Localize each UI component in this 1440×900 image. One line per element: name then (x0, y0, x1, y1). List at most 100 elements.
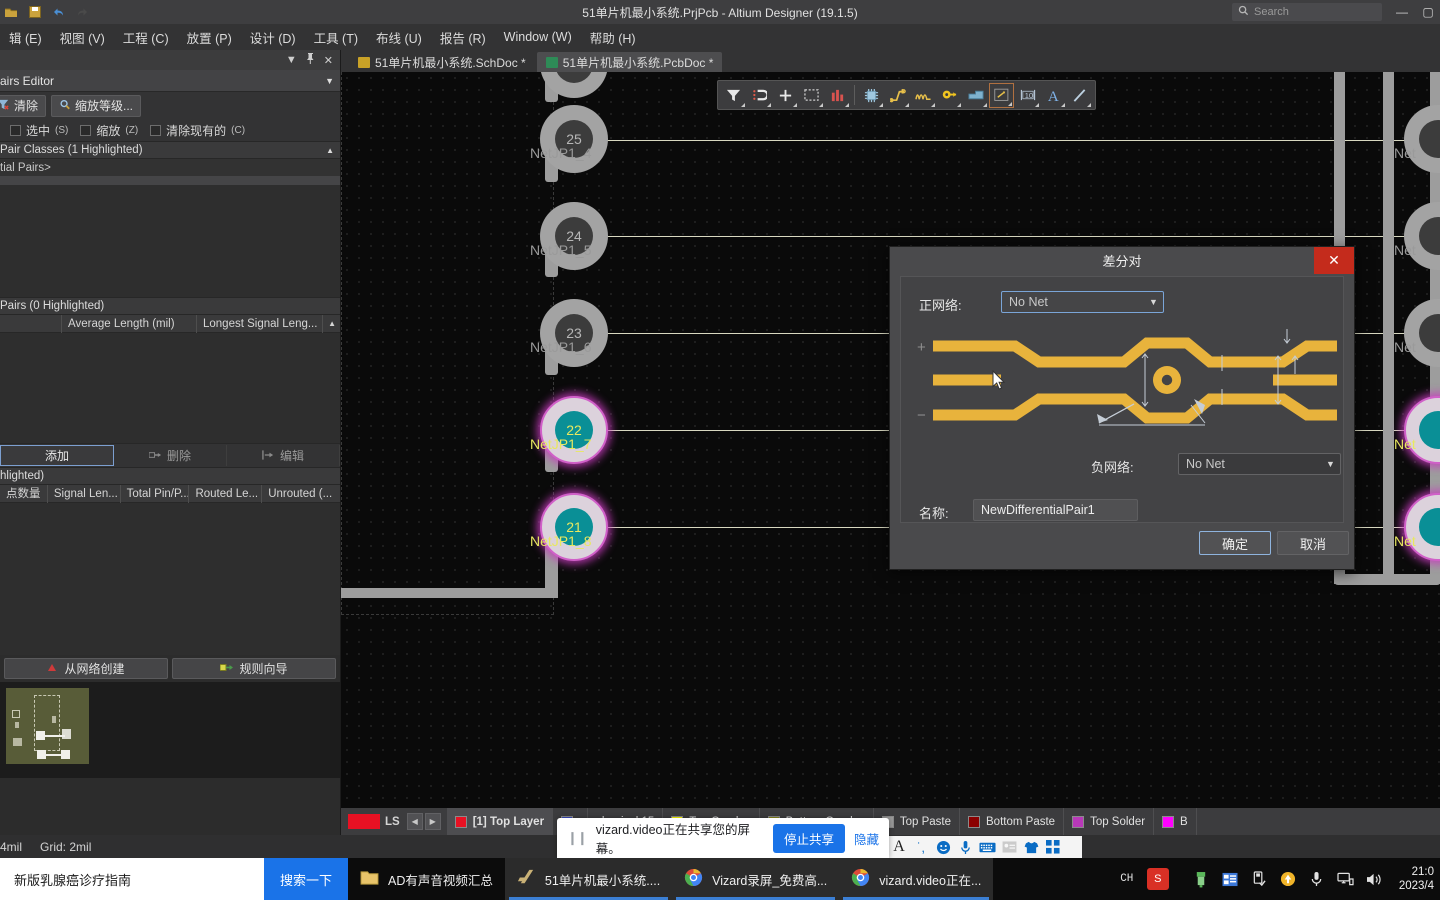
redo-icon[interactable] (74, 4, 91, 21)
taskbar-vizard1[interactable]: Vizard录屏_免费高... (672, 858, 840, 900)
measure-icon[interactable]: 10 (1015, 83, 1040, 108)
pairs-col-longest-signal[interactable]: Longest Signal Leng... (197, 314, 323, 333)
menu-edit[interactable]: 辑 (E) (0, 25, 51, 50)
pairs-col-average-length[interactable]: Average Length (mil) (62, 314, 197, 333)
delete-button[interactable]: 删除 (114, 445, 227, 466)
shirt-icon[interactable] (1021, 838, 1041, 856)
volume-icon[interactable] (1366, 870, 1384, 888)
dialog-close-button[interactable]: ✕ (1314, 247, 1354, 274)
apps-icon[interactable] (1043, 838, 1063, 856)
add-button[interactable]: 添加 (0, 445, 114, 466)
layer-next-button[interactable]: ▶ (424, 813, 441, 830)
microphone-icon[interactable] (955, 838, 975, 856)
save-icon[interactable] (26, 4, 43, 21)
text-icon[interactable]: A (1041, 83, 1066, 108)
hide-toast-button[interactable]: 隐藏 (854, 829, 879, 848)
nets-col-total-pin[interactable]: Total Pin/P... (121, 484, 190, 503)
checkbox-zoom[interactable]: 缩放 (Z) (80, 122, 138, 139)
menu-help[interactable]: 帮助 (H) (581, 25, 645, 50)
layer-tab-top-solder[interactable]: Top Solder (1064, 808, 1155, 835)
pad-25[interactable]: 25 NetJP1_4 (530, 105, 608, 173)
chevron-down-icon[interactable]: ▼ (325, 76, 334, 86)
crosshair-icon[interactable] (773, 83, 798, 108)
maximize-button[interactable]: ▢ (1420, 5, 1436, 19)
punctuation-icon[interactable]: ˙, (911, 838, 931, 856)
taskbar-altium[interactable]: 51单片机最小系统.... (504, 858, 673, 900)
contact-card-icon[interactable] (999, 838, 1019, 856)
menu-window[interactable]: Window (W) (495, 27, 581, 47)
pause-icon[interactable]: ❙❙ (567, 830, 588, 846)
sort-ascending-icon[interactable]: ▲ (326, 146, 334, 155)
ok-button[interactable]: 确定 (1199, 531, 1271, 555)
usb-icon[interactable] (1192, 870, 1210, 888)
chart-icon[interactable] (825, 83, 850, 108)
menu-route[interactable]: 布线 (U) (367, 25, 431, 50)
create-from-nets-button[interactable]: 从网络创建 (4, 658, 168, 679)
taskbar-folder[interactable]: AD有声音视频汇总 (348, 858, 505, 900)
negative-net-select[interactable]: No Net ▼ (1178, 453, 1341, 475)
stop-sharing-button[interactable]: 停止共享 (772, 823, 845, 853)
route-icon[interactable] (885, 83, 910, 108)
list-item[interactable]: tial Pairs> (0, 159, 340, 176)
update-icon[interactable] (1279, 870, 1297, 888)
checkbox-clear-existing[interactable]: 清除现有的 (C) (150, 122, 245, 139)
taskbar-vizard2[interactable]: vizard.video正在... (839, 858, 994, 900)
filter-icon[interactable] (721, 83, 746, 108)
layer-prev-button[interactable]: ◀ (406, 813, 423, 830)
line-icon[interactable] (1067, 83, 1092, 108)
component-icon[interactable] (859, 83, 884, 108)
sogou-icon[interactable]: S (1146, 868, 1169, 890)
pair-classes-list[interactable]: tial Pairs> (0, 159, 340, 193)
dimension-icon[interactable] (989, 82, 1014, 108)
clear-button[interactable]: 清除 (0, 94, 47, 117)
checkbox-box[interactable] (10, 124, 21, 136)
cancel-button[interactable]: 取消 (1277, 531, 1349, 555)
sort-ascending-icon[interactable]: ▲ (323, 319, 340, 328)
nets-col-unrouted[interactable]: Unrouted (... (262, 485, 340, 503)
taskbar-search-button[interactable]: 搜索一下 (263, 858, 348, 900)
taskbar-search[interactable]: 新版乳腺癌诊疗指南 搜索一下 (0, 858, 348, 900)
layer-tab-bottom-solder[interactable]: B (1154, 808, 1197, 835)
menu-project[interactable]: 工程 (C) (114, 25, 178, 50)
magnet-icon[interactable] (747, 83, 772, 108)
layer-tab-top-layer[interactable]: [1] Top Layer (446, 808, 554, 835)
checkbox-box[interactable] (80, 124, 92, 136)
via-icon[interactable] (937, 83, 962, 108)
chevron-down-icon[interactable]: ▼ (1144, 292, 1163, 312)
keyboard-icon[interactable] (977, 838, 997, 856)
tab-schdoc[interactable]: 51单片机最小系统.SchDoc * (349, 52, 535, 72)
emoji-icon[interactable] (933, 838, 953, 856)
nets-col-signal-len[interactable]: Signal Len... (48, 484, 121, 503)
microphone-icon[interactable] (1308, 870, 1326, 888)
chevron-down-icon[interactable]: ▼ (1321, 454, 1340, 474)
menu-report[interactable]: 报告 (R) (431, 25, 495, 50)
minimize-button[interactable]: — (1394, 5, 1410, 19)
menu-place[interactable]: 放置 (P) (178, 25, 241, 50)
checkbox-selected[interactable]: 选中 (S) (10, 122, 68, 139)
ime-indicator[interactable]: CH (1118, 870, 1136, 888)
tab-pcbdoc[interactable]: 51单片机最小系统.PcbDoc * (536, 52, 723, 72)
zoom-level-button[interactable]: 缩放等级... (51, 94, 142, 117)
pad-24[interactable]: 24 NetJP1_5 (530, 202, 608, 270)
open-icon[interactable] (2, 4, 19, 21)
nets-col-node-count[interactable]: 点数量 (0, 484, 48, 503)
panel-selector[interactable]: Pairs Editor ▼ (0, 70, 340, 92)
menu-view[interactable]: 视图 (V) (51, 25, 114, 50)
polygon-icon[interactable] (963, 83, 988, 108)
layer-tab-bottom-paste[interactable]: Bottom Paste (960, 808, 1065, 835)
positive-net-select[interactable]: No Net ▼ (1001, 291, 1164, 313)
safe-eject-icon[interactable] (1250, 870, 1268, 888)
network-icon[interactable] (1337, 870, 1355, 888)
pair-name-input[interactable]: NewDifferentialPair1 (973, 499, 1138, 521)
close-icon[interactable]: ✕ (324, 54, 333, 67)
edit-button[interactable]: 编辑 (227, 445, 340, 466)
wave-route-icon[interactable] (911, 83, 936, 108)
search-input[interactable]: Search (1232, 3, 1382, 21)
media-icon[interactable] (1221, 870, 1239, 888)
pcb-canvas[interactable]: 25 NetJP1_4 24 NetJP1_5 23 NetJP1_6 22 N… (341, 72, 1440, 808)
checkbox-box[interactable] (150, 124, 162, 136)
chevron-down-icon[interactable]: ▼ (286, 54, 297, 66)
pairs-col-blank[interactable] (0, 314, 62, 333)
rule-wizard-button[interactable]: 规则向导 (172, 658, 336, 679)
letter-a-icon[interactable]: A (889, 838, 909, 856)
